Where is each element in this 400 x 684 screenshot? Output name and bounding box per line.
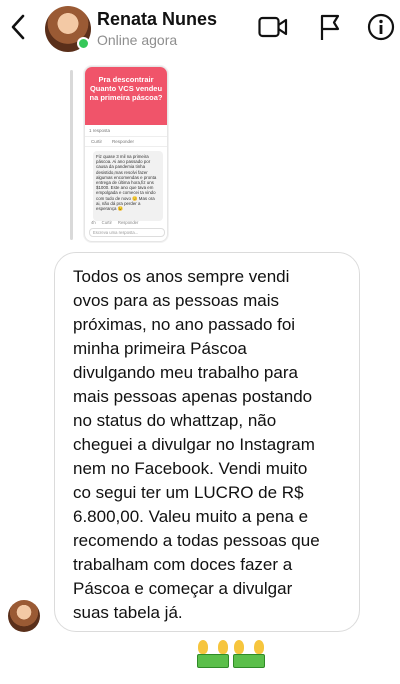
screenshot-actions: Curtir Responder [85,136,167,147]
message-group-bar [70,70,73,240]
flag-icon [320,14,340,40]
emoji-message[interactable] [197,636,265,674]
contact-name[interactable]: Renata Nunes [97,9,217,30]
screenshot-comment-time: 4h [91,220,96,225]
screenshot-comment: Fiz quase 3 mil na primeira páscoa. Ai a… [93,151,163,221]
report-button[interactable] [315,12,345,42]
contact-status: Online agora [97,32,178,48]
back-button[interactable] [6,12,30,42]
screenshot-reply-label: Responder [112,139,135,144]
chevron-left-icon [11,14,25,40]
screenshot-comment-like: Curtir [101,220,112,225]
screenshot-reply-input: Escreva uma resposta... [89,228,165,237]
message-bubble[interactable]: Todos os anos sempre vendi ovos para as … [54,252,360,632]
screenshot-like-label: Curtir [91,139,102,144]
chat-header: Renata Nunes Online agora [0,0,400,56]
video-call-button[interactable] [258,12,288,42]
sender-avatar[interactable] [8,600,40,632]
money-with-wings-icon [233,636,265,674]
online-status-dot [77,37,90,50]
screenshot-headline: Pra descontrair Quanto VCS vendeu na pri… [85,67,167,125]
screenshot-comment-meta: 4h Curtir Responder [91,220,138,225]
screenshot-comment-reply: Responder [117,220,139,225]
info-button[interactable] [366,12,396,42]
video-camera-icon [258,16,288,38]
shared-screenshot-message[interactable]: Pra descontrair Quanto VCS vendeu na pri… [84,66,168,242]
info-icon [367,13,395,41]
screenshot-replies-count: 1 resposta [89,128,111,133]
money-with-wings-icon [197,636,229,674]
